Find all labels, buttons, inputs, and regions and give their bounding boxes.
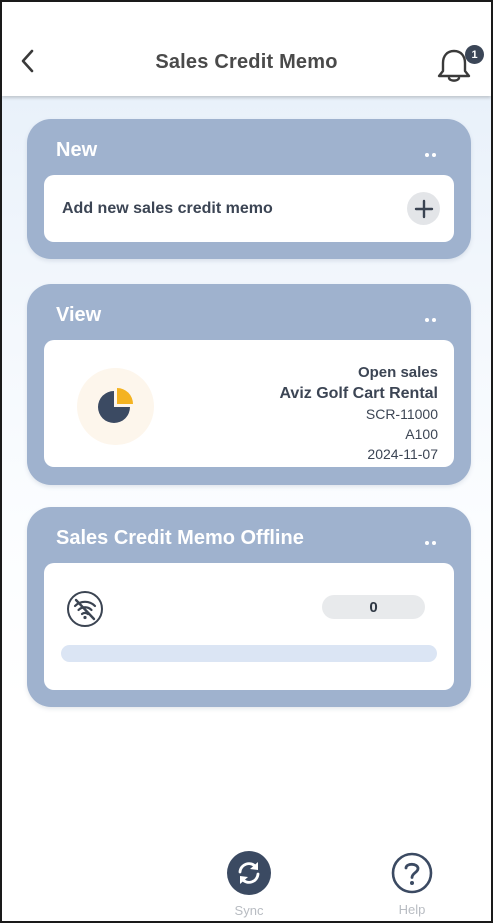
offline-count: 0 [322,595,425,619]
sync-icon-circle [227,851,271,895]
app-header: Sales Credit Memo 1 [2,2,491,96]
dot-icon [432,153,436,157]
dot-icon [432,541,436,545]
offline-card: Sales Credit Memo Offline 0 [27,507,471,707]
offline-status-panel[interactable]: 0 [44,563,454,690]
add-new-memo-row[interactable]: Add new sales credit memo [44,175,454,242]
document-date: 2024-11-07 [367,446,438,462]
wifi-off-icon [67,591,103,627]
pie-chart-badge [77,368,154,445]
add-new-memo-label: Add new sales credit memo [62,200,273,217]
view-summary-panel[interactable]: Open sales Aviz Golf Cart Rental SCR-110… [44,340,454,467]
dot-icon [432,318,436,322]
view-card-menu-button[interactable] [425,316,439,324]
page-title: Sales Credit Memo [155,51,338,73]
status-label: Open sales [357,364,438,381]
view-details: Open sales Aviz Golf Cart Rental SCR-110… [279,362,438,464]
dot-icon [425,318,429,322]
view-card-title: View [56,304,102,326]
customer-name: Aviz Golf Cart Rental [279,385,438,402]
sync-label: Sync [234,903,264,918]
new-card-menu-button[interactable] [425,151,439,159]
offline-card-title: Sales Credit Memo Offline [56,527,304,549]
dot-icon [425,153,429,157]
document-number: SCR-11000 [365,406,438,422]
add-button[interactable] [407,192,440,225]
new-card: New Add new sales credit memo [27,119,471,259]
new-card-title: New [56,139,98,161]
help-icon [391,852,433,894]
help-icon-circle [391,852,433,894]
plus-icon [414,199,433,218]
customer-code: A100 [405,426,438,442]
notification-badge: 1 [465,45,484,64]
help-button[interactable]: Help [372,847,452,917]
app-screen: Sales Credit Memo 1 New Add new sales cr… [0,0,493,923]
sync-button[interactable]: Sync [209,847,289,918]
sync-progress-bar [61,645,437,662]
dot-icon [425,541,429,545]
offline-card-menu-button[interactable] [425,539,439,547]
help-label: Help [398,902,426,917]
view-card: View Open sales Aviz Golf Cart Rental SC… [27,284,471,485]
bottom-navigation: Sync Help [2,847,491,921]
pie-chart-icon [97,387,133,423]
sync-icon [238,862,260,884]
